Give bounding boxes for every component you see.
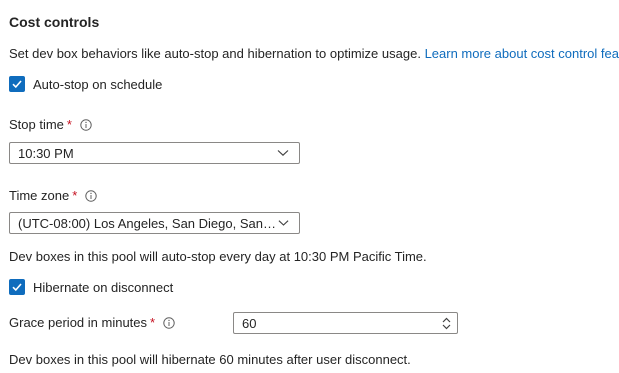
grace-period-stepper[interactable]: 60 [233, 312, 458, 334]
info-icon[interactable] [85, 189, 97, 202]
section-description: Set dev box behaviors like auto-stop and… [9, 46, 619, 61]
checkmark-icon [9, 279, 25, 295]
hibernate-summary: Dev boxes in this pool will hibernate 60… [9, 352, 411, 367]
required-marker: * [66, 117, 72, 132]
description-text: Set dev box behaviors like auto-stop and… [9, 46, 421, 61]
chevron-down-icon [278, 220, 289, 226]
chevron-down-icon[interactable] [442, 324, 451, 330]
required-marker: * [72, 188, 78, 203]
auto-stop-summary: Dev boxes in this pool will auto-stop ev… [9, 249, 427, 264]
grace-period-value: 60 [242, 315, 257, 331]
stop-time-value: 10:30 PM [18, 145, 74, 161]
info-icon[interactable] [163, 316, 175, 329]
grace-period-label: Grace period in minutes * [9, 315, 175, 330]
auto-stop-label: Auto-stop on schedule [33, 76, 163, 92]
chevron-up-icon[interactable] [442, 317, 451, 323]
chevron-down-icon [277, 150, 289, 157]
auto-stop-checkbox[interactable]: Auto-stop on schedule [9, 76, 162, 92]
grace-period-label-text: Grace period in minutes [9, 315, 148, 330]
time-zone-dropdown[interactable]: (UTC-08:00) Los Angeles, San Diego, San … [9, 212, 300, 234]
stop-time-label-text: Stop time [9, 117, 64, 132]
hibernate-label: Hibernate on disconnect [33, 279, 174, 295]
learn-more-link[interactable]: Learn more about cost control features [425, 46, 619, 61]
stop-time-dropdown[interactable]: 10:30 PM [9, 142, 300, 164]
checkmark-icon [9, 76, 25, 92]
time-zone-value: (UTC-08:00) Los Angeles, San Diego, San … [18, 215, 278, 231]
info-icon[interactable] [80, 118, 92, 131]
hibernate-checkbox[interactable]: Hibernate on disconnect [9, 279, 173, 295]
time-zone-label: Time zone * [9, 188, 97, 203]
stop-time-label: Stop time * [9, 117, 92, 132]
time-zone-label-text: Time zone [9, 188, 70, 203]
required-marker: * [150, 315, 156, 330]
section-title: Cost controls [9, 14, 100, 30]
